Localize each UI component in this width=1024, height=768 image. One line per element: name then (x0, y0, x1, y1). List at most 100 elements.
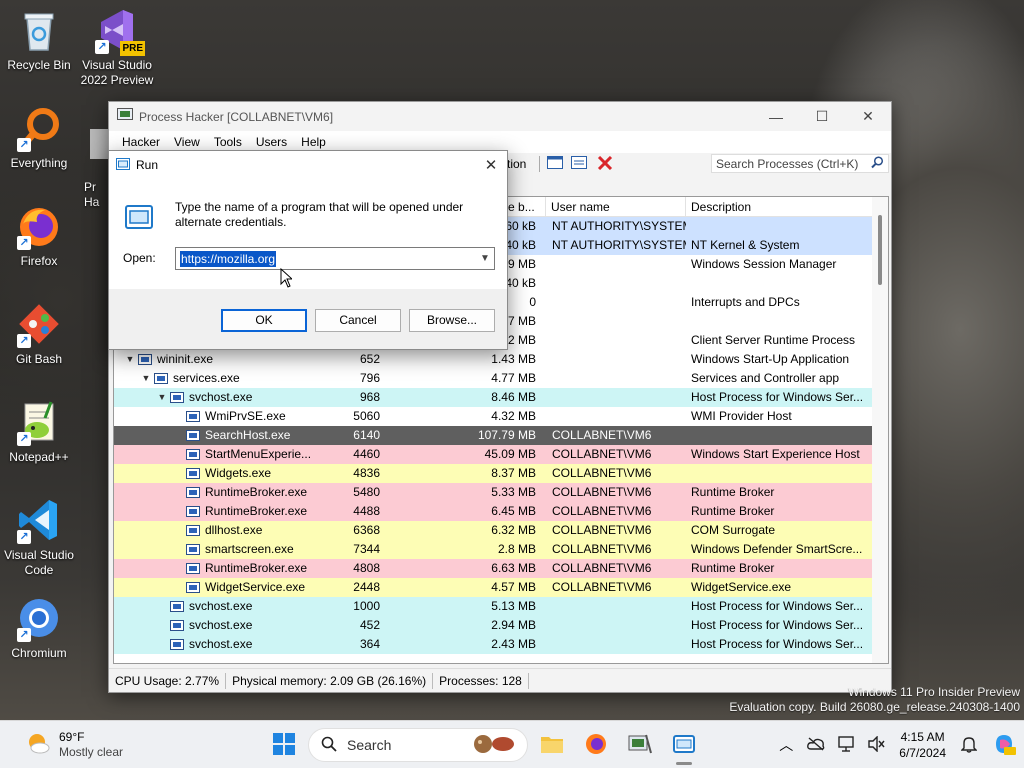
toolbar-find-window-label[interactable]: tion (507, 157, 526, 171)
everything-search-icon: ↗ (15, 104, 63, 152)
process-name: svchost.exe (189, 637, 253, 651)
process-private-bytes: 5.13 MB (491, 599, 536, 613)
process-row[interactable]: ▼ svchost.exe 968 8.46 MB Host Process for W… (114, 388, 888, 407)
process-private-bytes: 4.57 MB (491, 580, 536, 594)
menu-tools[interactable]: Tools (207, 135, 249, 149)
network-ethernet-icon[interactable] (831, 735, 861, 755)
minimize-button[interactable]: — (753, 102, 799, 131)
process-pid: 6140 (353, 428, 380, 442)
column-header-user-name[interactable]: User name (546, 197, 686, 216)
search-icon (871, 155, 884, 172)
process-row[interactable]: dllhost.exe 6368 6.32 MB COLLABNET\VM6 COM S… (114, 521, 888, 540)
scrollbar-thumb[interactable] (878, 215, 882, 285)
process-row[interactable]: Widgets.exe 4836 8.37 MB COLLABNET\VM6 (114, 464, 888, 483)
run-close-button[interactable]: ✕ (475, 156, 507, 174)
title-bar[interactable]: Process Hacker [COLLABNET\VM6] — ☐ ✕ (109, 102, 891, 131)
window-list-icon[interactable] (571, 156, 587, 170)
vertical-scrollbar[interactable] (872, 197, 888, 663)
speaker-muted-icon[interactable] (861, 734, 891, 755)
taskbar-search-box[interactable]: Search (308, 728, 528, 762)
process-user-name: COLLABNET\VM6 (552, 542, 652, 556)
menu-hacker[interactable]: Hacker (115, 135, 167, 149)
taskbar-clock[interactable]: 4:15 AM 6/7/2024 (891, 729, 954, 761)
run-icon (116, 157, 130, 173)
run-dialog[interactable]: Run ✕ Type the name of a program that wi… (108, 150, 508, 350)
process-private-bytes: 107.79 MB (477, 428, 536, 442)
desktop-icon-git-bash[interactable]: ↗ Git Bash (0, 300, 78, 367)
run-title-bar[interactable]: Run ✕ (109, 151, 507, 179)
chevron-down-icon[interactable]: ▼ (476, 253, 494, 264)
process-user-name: COLLABNET\VM6 (552, 561, 652, 575)
process-row[interactable]: RuntimeBroker.exe 5480 5.33 MB COLLABNET\VM… (114, 483, 888, 502)
status-physical-memory: Physical memory: 2.09 GB (26.16%) (226, 672, 434, 689)
taskbar-firefox[interactable] (580, 729, 612, 761)
taskbar-process-hacker[interactable] (624, 729, 656, 761)
process-user-name: COLLABNET\VM6 (552, 428, 652, 442)
process-row[interactable]: SearchHost.exe 6140 107.79 MB COLLABNET\VM6 (114, 426, 888, 445)
recycle-bin-icon (15, 6, 63, 54)
firefox-icon (585, 733, 607, 758)
process-row[interactable]: svchost.exe 1000 5.13 MB Host Process for W… (114, 597, 888, 616)
start-button[interactable] (268, 729, 300, 761)
process-window-icon (170, 620, 184, 631)
process-row[interactable]: svchost.exe 364 2.43 MB Host Process for Wi… (114, 635, 888, 654)
taskbar-file-explorer[interactable] (536, 729, 568, 761)
process-row[interactable]: WmiPrvSE.exe 5060 4.32 MB WMI Provider Host (114, 407, 888, 426)
process-description: Host Process for Windows Ser... (691, 390, 864, 404)
open-input-value[interactable]: https://mozilla.org (180, 250, 277, 267)
desktop-icon-chromium[interactable]: ↗ Chromium (0, 594, 78, 661)
copilot-preview-icon[interactable] (984, 732, 1024, 759)
process-row[interactable]: WidgetService.exe 2448 4.57 MB COLLABNET\VM… (114, 578, 888, 597)
close-button[interactable]: ✕ (845, 102, 891, 131)
process-name-cell: dllhost.exe (114, 521, 326, 540)
notification-bell-icon[interactable] (954, 735, 984, 756)
process-window-icon (186, 411, 200, 422)
process-user-name: COLLABNET\VM6 (552, 504, 652, 518)
tree-expand-chevron-down-icon[interactable]: ▼ (140, 369, 152, 388)
process-name: RuntimeBroker.exe (205, 485, 308, 499)
browse-button[interactable]: Browse... (409, 309, 495, 332)
process-row[interactable]: ▼ services.exe 796 4.77 MB Services and Cont… (114, 369, 888, 388)
taskbar-run-dialog[interactable] (668, 729, 700, 765)
process-description: Runtime Broker (691, 504, 775, 518)
weather-widget[interactable]: 69°F Mostly clear (14, 729, 134, 761)
desktop-icon-visual-studio[interactable]: PRE ↗ Visual Studio 2022 Preview (78, 6, 156, 88)
maximize-button[interactable]: ☐ (799, 102, 845, 131)
process-row[interactable]: smartscreen.exe 7344 2.8 MB COLLABNET\VM6 Wi… (114, 540, 888, 559)
onedrive-cloud-off-icon[interactable] (801, 736, 831, 754)
tree-expand-chevron-down-icon[interactable]: ▼ (124, 350, 136, 369)
show-hidden-icons-chevron-up-icon[interactable]: ︿ (771, 735, 801, 755)
process-description: Client Server Runtime Process (691, 333, 856, 347)
search-processes-input[interactable]: Search Processes (Ctrl+K) (711, 154, 889, 173)
terminate-icon[interactable] (597, 155, 613, 171)
menu-help[interactable]: Help (294, 135, 333, 149)
ok-button[interactable]: OK (221, 309, 307, 332)
desktop-icon-recycle-bin[interactable]: Recycle Bin (0, 6, 78, 73)
process-pid: 5060 (353, 409, 380, 423)
desktop-icon-notepad-plus-plus[interactable]: ↗ Notepad++ (0, 398, 78, 465)
column-header-description[interactable]: Description (686, 197, 874, 216)
open-combobox[interactable]: https://mozilla.org ▼ (175, 247, 495, 270)
process-row[interactable]: StartMenuExperie... 4460 45.09 MB COLLABNET… (114, 445, 888, 464)
process-row[interactable]: RuntimeBroker.exe 4808 6.63 MB COLLABNET\VM… (114, 559, 888, 578)
menu-view[interactable]: View (167, 135, 207, 149)
process-row[interactable]: RuntimeBroker.exe 4488 6.45 MB COLLABNET\VM… (114, 502, 888, 521)
process-description: Host Process for Windows Ser... (691, 637, 864, 651)
process-window-icon (170, 601, 184, 612)
process-description: WMI Provider Host (691, 409, 792, 423)
tree-expand-chevron-down-icon[interactable]: ▼ (156, 388, 168, 407)
desktop-icon-vscode[interactable]: ↗ Visual Studio Code (0, 496, 78, 578)
process-user-name (546, 274, 686, 293)
weather-description: Mostly clear (58, 745, 123, 759)
desktop-icon-firefox[interactable]: ↗ Firefox (0, 202, 78, 269)
process-row[interactable]: ▼ wininit.exe 652 1.43 MB Windows Start-Up A… (114, 350, 888, 369)
search-highlight-icon (471, 734, 517, 757)
process-description: Host Process for Windows Ser... (691, 618, 864, 632)
partly-cloudy-moon-icon (25, 731, 51, 760)
menu-users[interactable]: Users (249, 135, 294, 149)
desktop-icon-label: Notepad++ (9, 450, 69, 464)
desktop-icon-everything[interactable]: ↗ Everything (0, 104, 78, 171)
process-row[interactable]: svchost.exe 452 2.94 MB Host Process for Wi… (114, 616, 888, 635)
window-icon[interactable] (547, 156, 563, 170)
cancel-button[interactable]: Cancel (315, 309, 401, 332)
